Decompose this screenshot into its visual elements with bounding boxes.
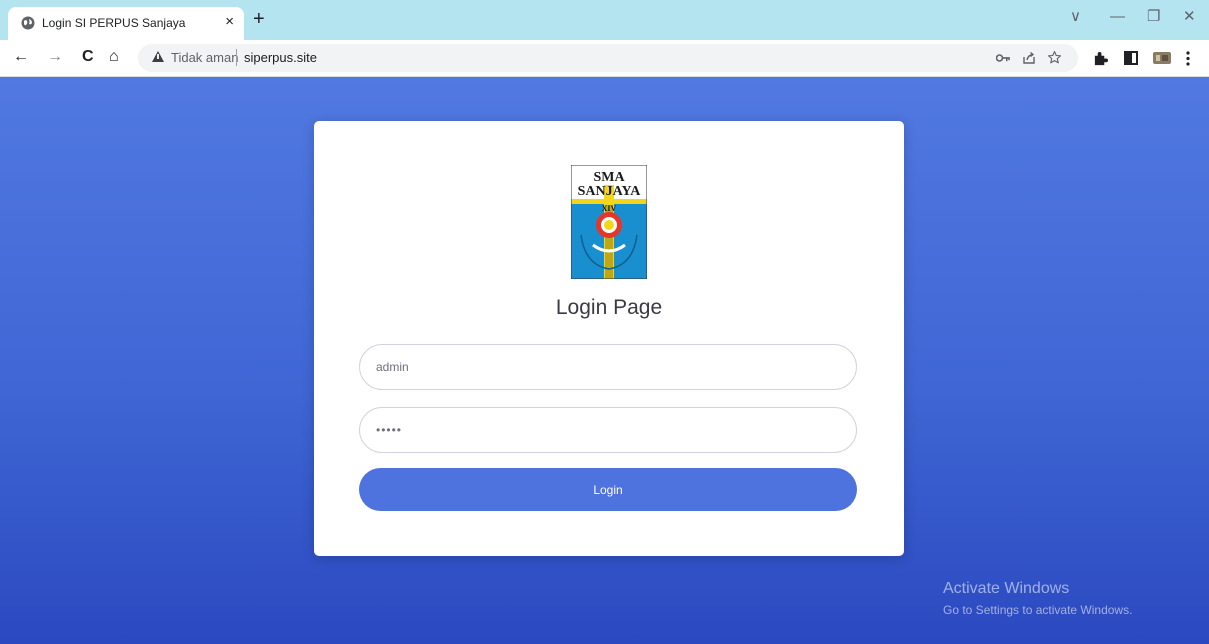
address-bar[interactable]: Tidak aman siperpus.site [138, 44, 1078, 72]
close-window-icon[interactable]: ✕ [1183, 8, 1196, 26]
login-button[interactable]: Login [359, 468, 857, 511]
page-viewport: SMA SANJAYA XIV Login Page Login Activat… [0, 77, 1209, 644]
login-card: SMA SANJAYA XIV Login Page Login [314, 121, 904, 556]
school-logo: SMA SANJAYA XIV [571, 165, 647, 279]
tab-search-icon[interactable]: ∨ [1070, 8, 1081, 26]
forward-icon[interactable]: → [47, 48, 63, 66]
share-icon[interactable] [1022, 51, 1036, 65]
warning-icon-mark [157, 54, 159, 59]
profile-icon[interactable] [1153, 52, 1171, 64]
url-text[interactable]: siperpus.site [244, 50, 317, 65]
url-separator [236, 49, 237, 66]
username-input[interactable] [359, 344, 857, 390]
star-icon[interactable] [1047, 50, 1062, 65]
logo-text-line3: XIV [602, 204, 617, 213]
tab-title: Login SI PERPUS Sanjaya [42, 16, 186, 30]
browser-tab[interactable]: Login SI PERPUS Sanjaya × [8, 7, 244, 40]
tab-strip: Login SI PERPUS Sanjaya × + ∨ — ❐ ✕ [0, 0, 1209, 40]
new-tab-icon[interactable]: + [253, 8, 265, 30]
logo-text-line1: SMA [593, 170, 625, 185]
extensions-icon[interactable] [1093, 51, 1108, 66]
home-icon[interactable]: ⌂ [109, 48, 119, 66]
tab-close-icon[interactable]: × [225, 13, 234, 30]
security-label[interactable]: Tidak aman [171, 50, 238, 65]
browser-toolbar: ← → C ⌂ Tidak aman siperpus.site [0, 40, 1209, 77]
sidepanel-icon[interactable] [1124, 51, 1138, 65]
back-icon[interactable]: ← [13, 48, 29, 66]
page-title: Login Page [555, 296, 663, 319]
minimize-icon[interactable]: — [1110, 8, 1125, 26]
activation-watermark-subtitle: Go to Settings to activate Windows. [943, 603, 1133, 617]
activation-watermark-title: Activate Windows [943, 580, 1070, 597]
logo-text-line2: SANJAYA [578, 184, 642, 199]
reload-icon[interactable]: C [82, 48, 94, 66]
password-input[interactable] [359, 407, 857, 453]
restore-icon[interactable]: ❐ [1147, 8, 1160, 26]
key-icon[interactable] [996, 53, 1010, 63]
menu-icon[interactable] [1186, 51, 1190, 66]
globe-icon [21, 16, 35, 30]
